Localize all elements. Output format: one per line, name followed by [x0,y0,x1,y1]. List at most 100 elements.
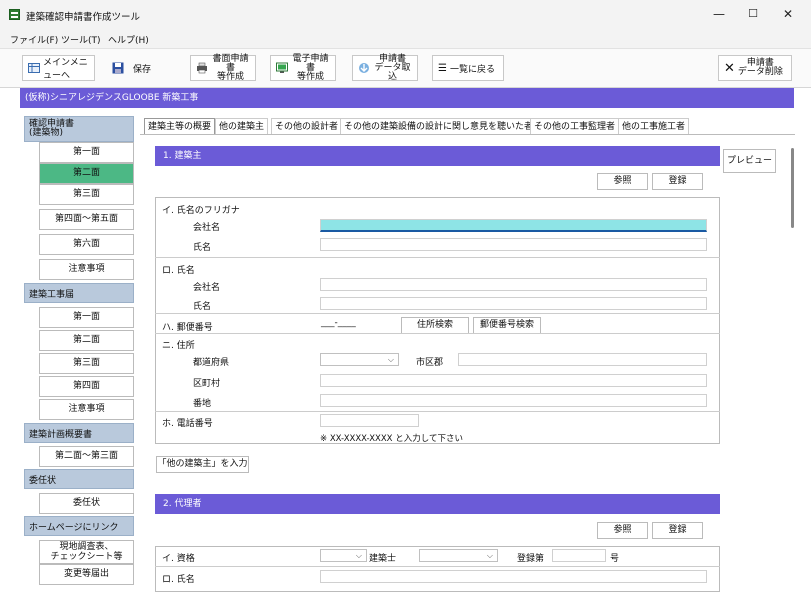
architect-class-select[interactable]: ⌵ [419,549,498,562]
import-data-button[interactable]: 申請書 データ取込 [352,54,418,82]
save-button[interactable]: 保存 [106,55,158,81]
other-owner-button[interactable]: 「他の建築主」を入力 [156,456,249,473]
owner-name-label: ロ. 氏名 [162,266,195,276]
sidebar-item-page1[interactable]: 第一面 [39,142,134,163]
sidebar-item-c-page2[interactable]: 第二面 [39,330,134,351]
tel-label: ホ. 電話番号 [162,419,213,429]
sidebar: 確認申請書 (建築物) 第一面 第二面 第三面 第四面～第五面 第六面 注意事項 … [24,116,134,592]
chevron-down-icon: ⌵ [355,551,362,560]
sidebar-group-outline[interactable]: 建築計画概要書 [24,423,134,443]
zip-search-button[interactable]: 郵便番号検索 [473,317,541,334]
sidebar-group-homepage[interactable]: ホームページにリンク [24,516,134,536]
scrollbar-thumb[interactable] [791,148,794,228]
sidebar-item-page6[interactable]: 第六面 [39,234,134,255]
elec-label-1: 電子申請書 [292,53,329,73]
prefecture-label: 都道府県 [193,358,230,368]
row-divider [155,313,720,314]
save-label: 保存 [133,64,152,75]
electronic-application-button[interactable]: 電子申請書 等作成 [270,53,336,82]
sidebar-item-c-page1[interactable]: 第一面 [39,307,134,328]
furigana-company-label: 会社名 [193,223,221,233]
minimize-button[interactable]: — [704,5,734,23]
sidebar-item-page2[interactable]: 第二面 [39,163,134,184]
tab-other-designer[interactable]: その他の設計者 [271,118,343,135]
row-divider [155,411,720,412]
menu-file[interactable]: ファイル(F) [10,33,58,46]
list-icon: ☰ [438,62,447,74]
tab-other-owner[interactable]: 他の建築主 [215,118,269,135]
tab-equipment-designer[interactable]: その他の建築設備の設計に関し意見を聴いた者 [340,118,538,135]
city-label: 市区郡 [416,358,444,368]
sidebar-item-outline-pages[interactable]: 第二面～第三面 [39,446,134,467]
sidebar-item-change-notice[interactable]: 変更等届出 [39,564,134,585]
qualification-select[interactable]: ⌵ [320,549,367,562]
banchi-input[interactable] [320,394,707,407]
grid-menu-icon [28,63,40,73]
owner-company-input[interactable] [320,278,707,291]
agent-reference-button[interactable]: 参照 [597,522,648,539]
sidebar-item-notes[interactable]: 注意事項 [39,259,134,280]
owner-company-label: 会社名 [193,283,221,293]
sidebar-item-survey[interactable]: 現地調査表、 チェックシート等 [39,540,134,564]
back-to-list-button[interactable]: ☰ 一覧に戻る [432,55,504,81]
close-button[interactable]: ✕ [773,5,803,23]
paper-application-button[interactable]: 書面申請書 等作成 [190,53,256,81]
sidebar-item-c-notes[interactable]: 注意事項 [39,399,134,420]
elec-label-2: 等作成 [296,71,324,82]
city-input[interactable] [458,353,707,366]
row-divider [155,333,720,334]
owner-person-input[interactable] [320,297,707,310]
floppy-icon [112,62,124,74]
tab-other-contractor[interactable]: 他の工事施工者 [618,118,690,135]
sidebar-item-c-page3[interactable]: 第三面 [39,353,134,374]
address-search-button[interactable]: 住所検索 [401,317,469,334]
maximize-button[interactable]: ☐ [738,5,768,23]
delete-data-button[interactable]: ✕ 申請書 データ削除 [718,55,792,81]
delete-icon: ✕ [724,60,735,76]
zip-input[interactable]: ___-____ [321,318,356,328]
sidebar-item-proxy[interactable]: 委任状 [39,493,134,514]
sidebar-group-construction[interactable]: 建築工事届 [24,283,134,303]
furigana-company-input[interactable] [320,219,707,232]
agent-register-button[interactable]: 登録 [652,522,703,539]
tel-input[interactable] [320,414,419,427]
agent-name-label: ロ. 氏名 [162,575,195,585]
chevron-down-icon: ⌵ [387,355,394,364]
menu-help[interactable]: ヘルプ(H) [108,33,149,46]
project-title-bar: (仮称)シニアレジデンスGLOOBE 新築工事 [20,88,794,108]
import-label-2: データ取込 [374,62,411,82]
sidebar-item-page3[interactable]: 第三面 [39,184,134,205]
sidebar-item-page4-5[interactable]: 第四面～第五面 [39,209,134,230]
sidebar-group-sublabel: (建築物) [29,128,64,138]
tel-note: ※ XX-XXXX-XXXX と入力して下さい [320,434,463,444]
main-menu-button[interactable]: メインメニューへ [22,55,95,81]
tab-owner-summary[interactable]: 建築主等の概要 [144,118,216,135]
survey-label-1: 現地調査表、 [59,542,114,552]
address-label: ニ. 住所 [162,341,195,351]
tab-divider [140,134,795,135]
preview-button[interactable]: プレビュー [723,149,776,173]
main-menu-label: メインメニューへ [43,58,88,81]
agent-name-input[interactable] [320,570,707,583]
import-icon [359,63,369,73]
row-divider [155,566,720,567]
sidebar-item-c-page4[interactable]: 第四面 [39,376,134,397]
paper-label-1: 書面申請書 [212,53,249,73]
tab-other-supervisor[interactable]: その他の工事監理者 [530,118,620,135]
furigana-name-label: 氏名 [193,243,212,253]
chevron-down-icon: ⌵ [486,551,493,560]
monitor-icon [276,62,288,73]
sidebar-group-proxy[interactable]: 委任状 [24,469,134,489]
furigana-name-input[interactable] [320,238,707,251]
back-list-label: 一覧に戻る [449,64,495,75]
owner-register-button[interactable]: 登録 [652,173,703,190]
section-owner-header: 1. 建築主 [155,146,720,166]
town-input[interactable] [320,374,707,387]
menu-tools[interactable]: ツール(T) [61,33,101,46]
owner-reference-button[interactable]: 参照 [597,173,648,190]
sidebar-group-confirmation[interactable]: 確認申請書 (建築物) [24,116,134,142]
owner-person-label: 氏名 [193,302,212,312]
prefecture-select[interactable]: ⌵ [320,353,399,366]
registration-label: 登録第 [517,554,545,564]
registration-number-input[interactable] [552,549,606,562]
